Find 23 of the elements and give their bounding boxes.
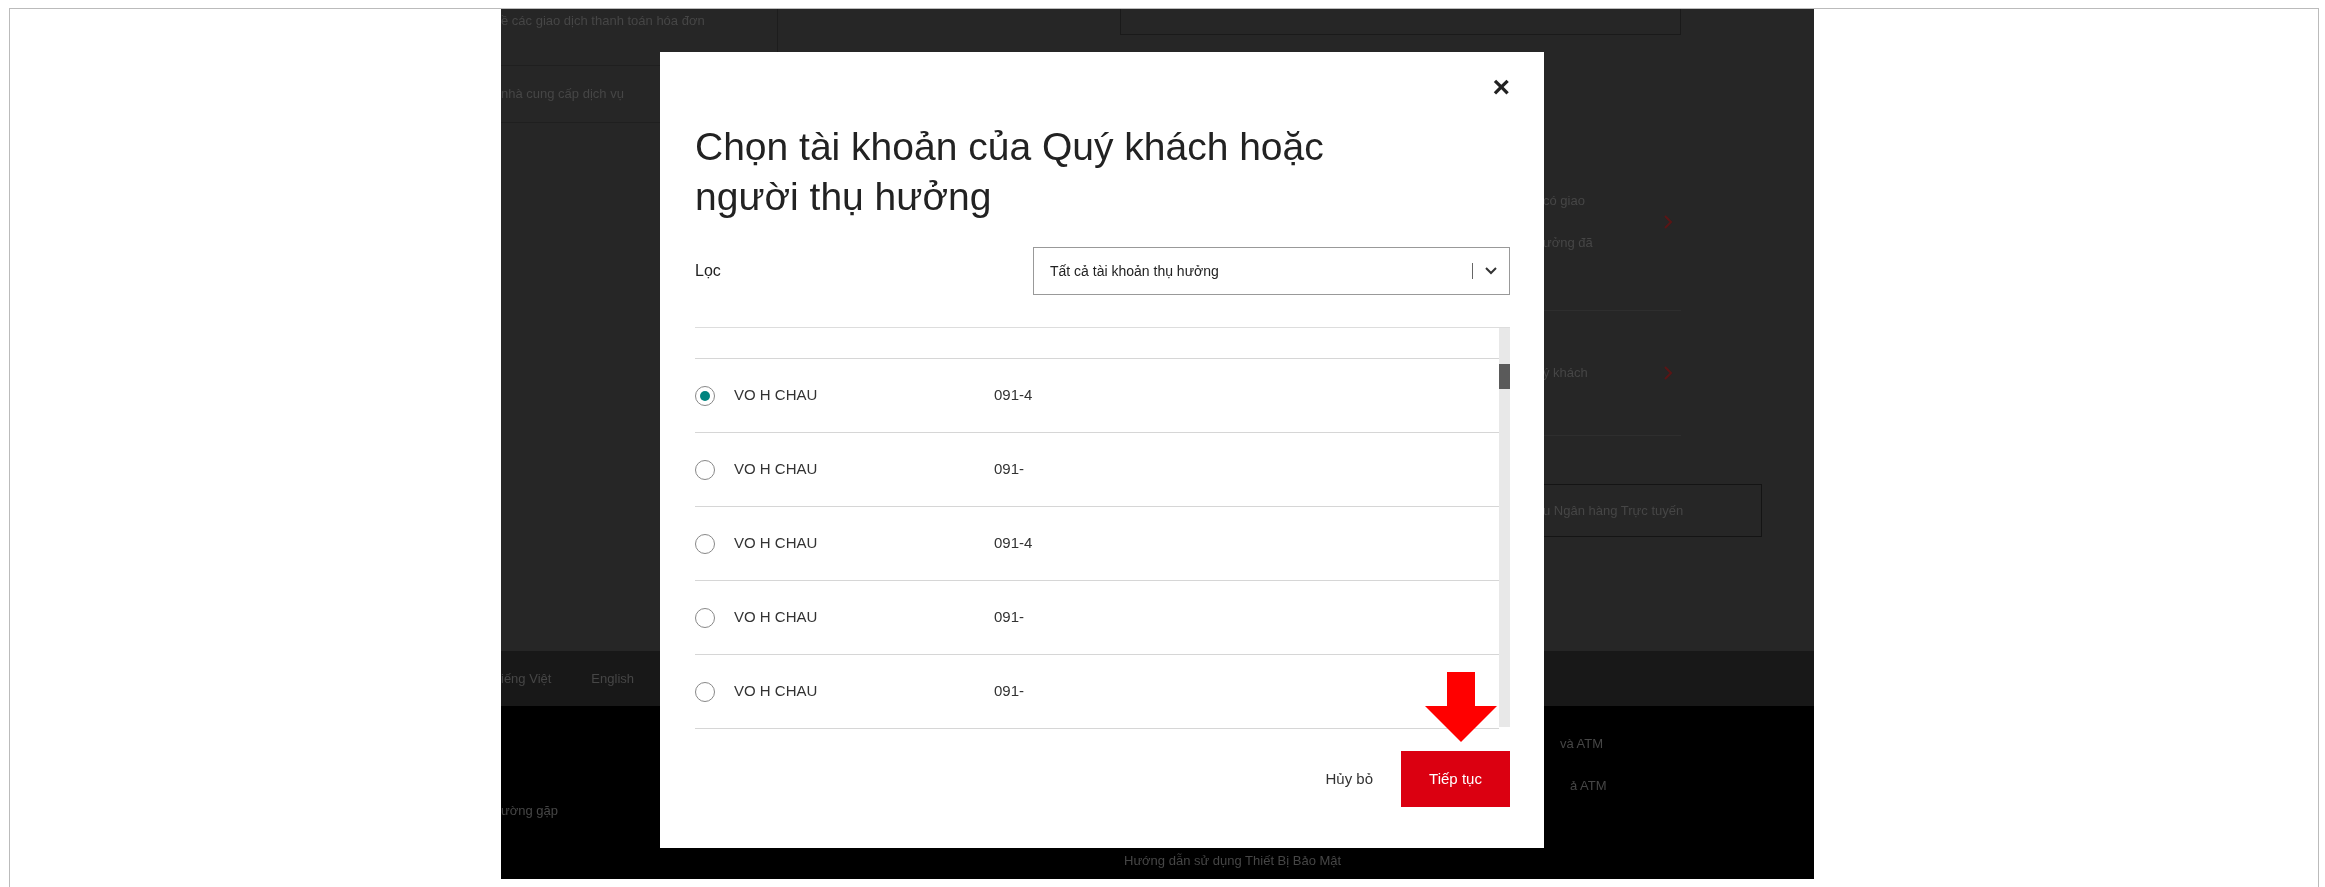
account-row[interactable]: VO H CHAU 091-: [695, 433, 1499, 508]
account-name: VO H CHAU: [734, 533, 819, 554]
account-number: 091-: [994, 607, 1025, 628]
account-name: VO H CHAU: [734, 385, 819, 406]
account-name: VO H CHAU: [734, 459, 819, 480]
account-name: VO H CHAU: [734, 607, 819, 628]
filter-label: Lọc: [695, 261, 721, 282]
cancel-button[interactable]: Hủy bỏ: [1319, 766, 1379, 792]
dialog-title: Chọn tài khoản của Quý khách hoặc người thụ hưởng: [695, 124, 1325, 220]
scrollbar[interactable]: [1499, 328, 1510, 728]
account-number: 091-4: [994, 533, 1033, 554]
continue-button[interactable]: Tiếp tục: [1401, 751, 1510, 808]
chevron-down-icon: [1485, 267, 1497, 276]
account-row[interactable]: VO H CHAU 091-: [695, 581, 1499, 656]
account-row[interactable]: VO H CHAU 091-4: [695, 359, 1499, 434]
account-number: 091-4: [994, 385, 1033, 406]
close-button[interactable]: ×: [1486, 72, 1516, 102]
account-number: 091-: [994, 459, 1025, 480]
account-number: 091-: [994, 681, 1025, 702]
account-name: VO H CHAU: [734, 681, 819, 702]
filter-dropdown[interactable]: Tất cả tài khoản thụ hưởng: [1033, 247, 1510, 296]
down-arrow-icon: [1425, 672, 1497, 742]
account-row[interactable]: VO H CHAU 091-4: [695, 507, 1499, 582]
